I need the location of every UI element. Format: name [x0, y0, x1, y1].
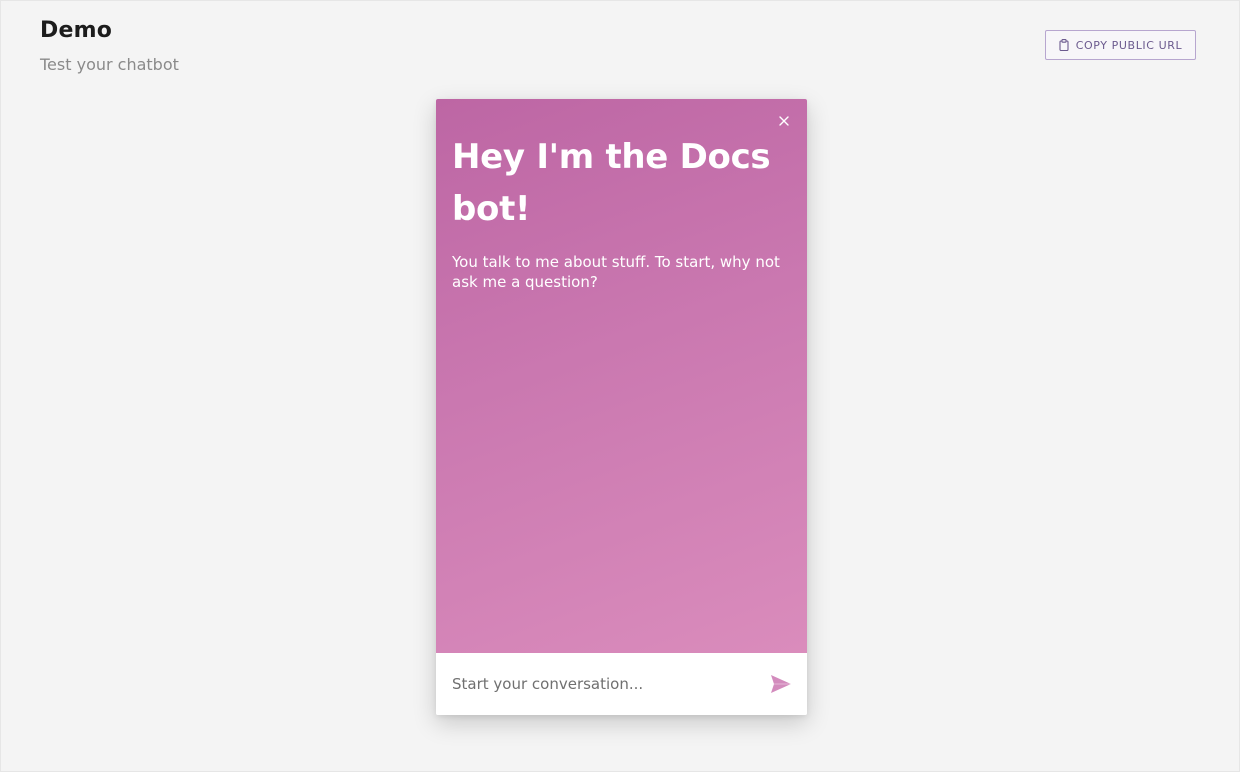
clipboard-icon: [1059, 39, 1069, 51]
send-icon[interactable]: [770, 674, 792, 694]
page-title: Demo: [40, 18, 113, 43]
chat-message-input[interactable]: [452, 669, 752, 699]
chat-widget: Hey I'm the Docs bot! You talk to me abo…: [436, 99, 807, 715]
chat-intro-text: You talk to me about stuff. To start, wh…: [452, 253, 780, 291]
copy-public-url-label: COPY PUBLIC URL: [1075, 38, 1183, 52]
copy-public-url-button[interactable]: COPY PUBLIC URL: [1045, 30, 1196, 60]
chat-input-bar: [436, 653, 807, 715]
chat-hero: Hey I'm the Docs bot! You talk to me abo…: [436, 99, 807, 653]
page-subtitle: Test your chatbot: [40, 55, 179, 74]
chat-title: Hey I'm the Docs bot!: [452, 137, 771, 229]
close-icon[interactable]: [777, 113, 791, 127]
